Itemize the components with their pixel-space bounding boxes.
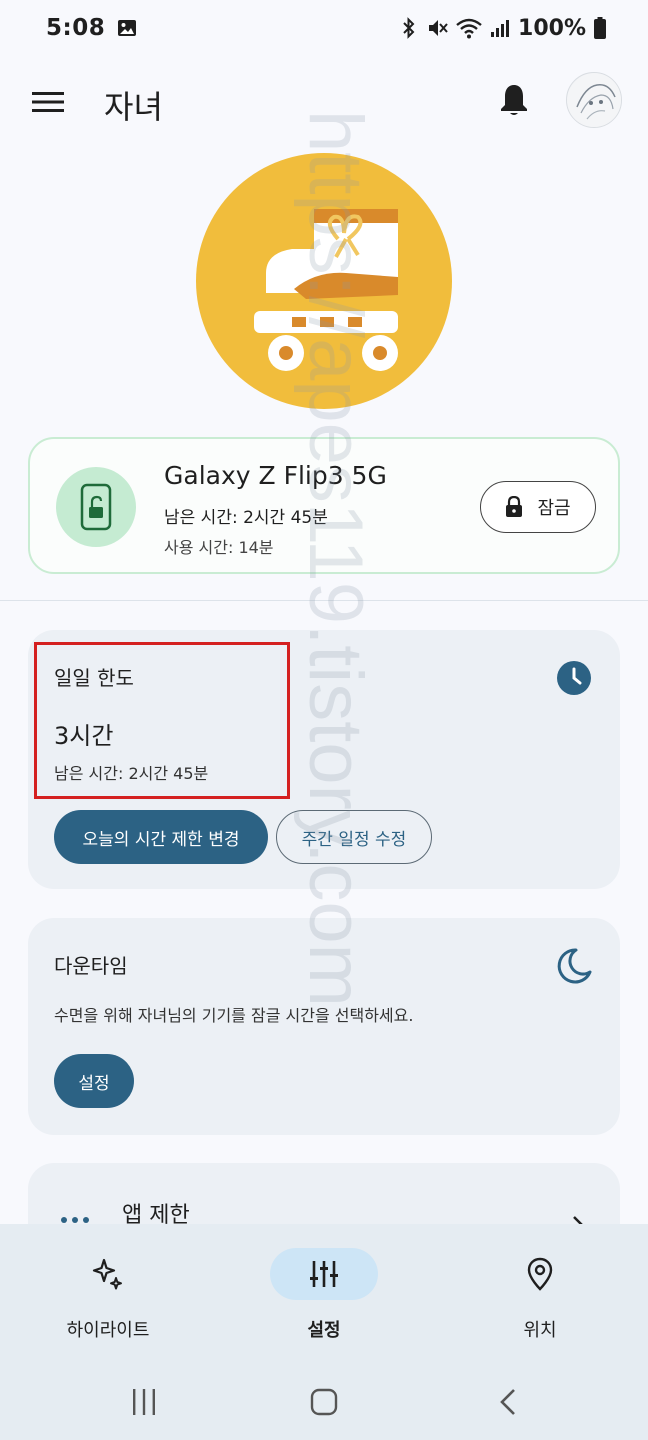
lock-button[interactable]: 잠금 [480, 481, 596, 533]
nav-item-highlights[interactable]: 하이라이트 [28, 1224, 188, 1364]
clock-icon [556, 660, 592, 696]
battery-icon [594, 17, 606, 39]
bluetooth-icon [400, 17, 418, 39]
avatar[interactable] [566, 72, 622, 128]
child-profile-illustration [196, 153, 452, 409]
daily-limit-card: 일일 한도 3시간 남은 시간: 2시간 45분 오늘의 시간 제한 변경 주간… [28, 630, 620, 889]
nav-pill-highlights [54, 1248, 162, 1300]
location-pin-icon [527, 1257, 553, 1291]
change-today-limit-button[interactable]: 오늘의 시간 제한 변경 [54, 810, 268, 864]
nav-item-location[interactable]: 위치 [460, 1224, 620, 1364]
lock-button-label: 잠금 [537, 498, 571, 519]
system-nav-bar [0, 1364, 648, 1440]
gallery-notification-icon [117, 18, 137, 38]
app-bar: 자녀 [0, 64, 648, 140]
device-card[interactable]: Galaxy Z Flip3 5G 남은 시간: 2시간 45분 사용 시간: … [28, 437, 620, 574]
lock-icon [505, 496, 523, 518]
nav-pill-settings [270, 1248, 378, 1300]
downtime-description: 수면을 위해 자녀님의 기기를 잠글 시간을 선택하세요. [54, 1006, 414, 1025]
signal-icon [490, 18, 510, 38]
menu-icon[interactable] [28, 82, 68, 122]
downtime-card: 다운타임 수면을 위해 자녀님의 기기를 잠글 시간을 선택하세요. 설정 [28, 918, 620, 1135]
unlocked-phone-icon [80, 483, 112, 531]
moon-icon [554, 946, 594, 986]
recent-apps-icon[interactable] [124, 1382, 164, 1422]
nav-label-settings: 설정 [307, 1320, 341, 1341]
device-remaining-time: 남은 시간: 2시간 45분 [164, 508, 328, 528]
wifi-icon [456, 17, 482, 39]
device-icon-wrap [56, 467, 136, 547]
sparkle-icon [91, 1257, 125, 1291]
device-used-time: 사용 시간: 14분 [164, 538, 274, 557]
nav-label-highlights: 하이라이트 [66, 1320, 150, 1341]
back-icon[interactable] [488, 1382, 528, 1422]
mute-icon [426, 17, 448, 39]
battery-percent: 100% [518, 15, 586, 41]
bottom-nav: 하이라이트 설정 위치 [0, 1224, 648, 1364]
device-name: Galaxy Z Flip3 5G [164, 461, 387, 490]
nav-pill-location [486, 1248, 594, 1300]
bell-icon[interactable] [494, 80, 534, 120]
nav-item-settings[interactable]: 설정 [244, 1224, 404, 1364]
daily-limit-remaining: 남은 시간: 2시간 45분 [54, 764, 209, 783]
daily-limit-value: 3시간 [54, 722, 114, 750]
section-divider [0, 600, 648, 601]
downtime-title: 다운타임 [54, 954, 128, 978]
edit-weekly-schedule-button[interactable]: 주간 일정 수정 [276, 810, 432, 864]
home-icon[interactable] [304, 1382, 344, 1422]
nav-label-location: 위치 [523, 1320, 557, 1341]
status-time: 5:08 [46, 15, 106, 41]
daily-limit-title: 일일 한도 [54, 666, 134, 690]
tune-icon [309, 1260, 339, 1288]
page-title: 자녀 [104, 88, 163, 126]
downtime-setup-button[interactable]: 설정 [54, 1054, 134, 1108]
status-bar: 5:08 100% [0, 0, 648, 56]
roller-skate-icon [254, 209, 398, 371]
